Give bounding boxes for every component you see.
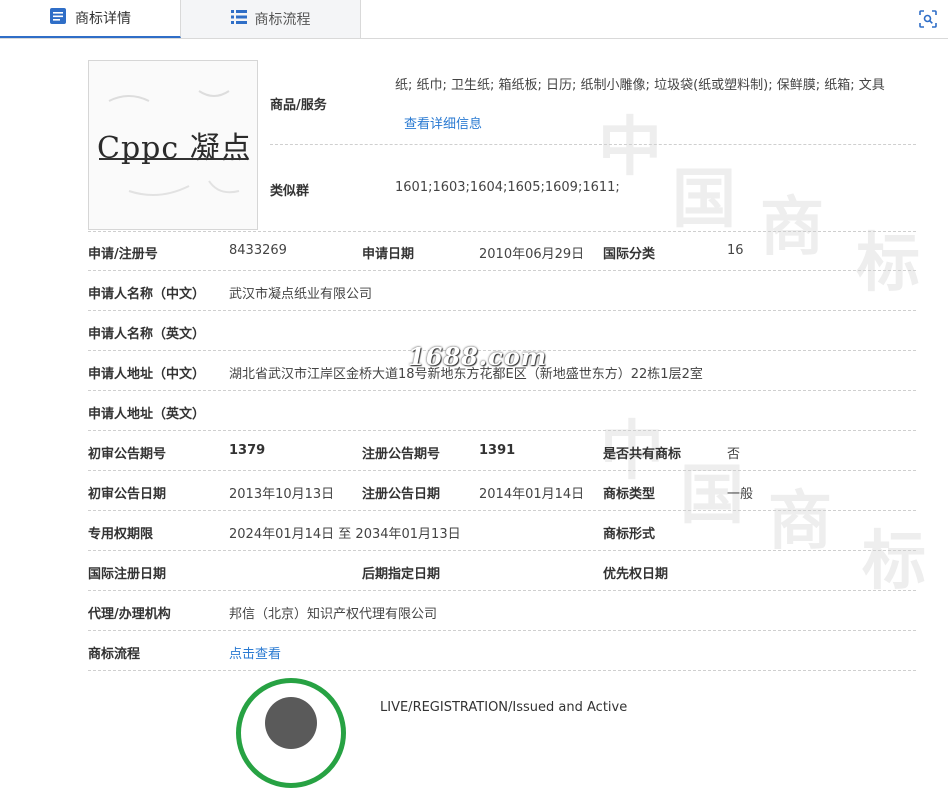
- scan-icon[interactable]: [918, 9, 938, 29]
- applicant-cn-value: 武汉市凝点纸业有限公司: [229, 287, 373, 302]
- background-watermark-glyph: 标: [862, 525, 926, 599]
- trademark-image: Cppc 凝点: [88, 60, 258, 230]
- row-divider: [88, 310, 916, 311]
- agent-label: 代理/办理机构: [88, 607, 171, 622]
- prelim-no-value: 1379: [229, 443, 266, 458]
- exclusive-value: 2024年01月14日 至 2034年01月13日: [229, 527, 461, 542]
- view-details-link[interactable]: 查看详细信息: [404, 113, 482, 132]
- row-divider: [88, 390, 916, 391]
- logo-text: Cppc 凝点: [97, 131, 252, 166]
- mark-type-label: 商标类型: [603, 487, 656, 502]
- list-icon: [230, 9, 247, 29]
- status-text: LIVE/REGISTRATION/Issued and Active: [380, 700, 628, 715]
- row-divider: [88, 510, 916, 511]
- apply-date-value: 2010年06月29日: [479, 247, 585, 262]
- prelim-date-value: 2013年10月13日: [229, 487, 335, 502]
- background-watermark-glyph: 商: [768, 485, 832, 559]
- row-divider: [270, 144, 916, 145]
- shared-label: 是否共有商标: [603, 447, 682, 462]
- row-divider: [88, 470, 916, 471]
- reg-pub-no-value: 1391: [479, 443, 516, 458]
- similar-group-label: 类似群: [270, 184, 310, 199]
- tab-label: 商标详情: [75, 11, 131, 27]
- applicant-cn-label: 申请人名称（中文）: [88, 287, 206, 302]
- row-divider: [88, 270, 916, 271]
- intl-class-value: 16: [727, 243, 744, 258]
- goods-value: 纸; 纸巾; 卫生纸; 箱纸板; 日历; 纸制小雕像; 垃圾袋(纸或塑料制); …: [395, 78, 885, 93]
- similar-group-value: 1601;1603;1604;1605;1609;1611;: [395, 180, 620, 195]
- reg-no-value: 8433269: [229, 243, 287, 258]
- address-cn-label: 申请人地址（中文）: [88, 367, 206, 382]
- row-divider: [88, 670, 916, 671]
- goods-label: 商品/服务: [270, 98, 327, 113]
- apply-date-label: 申请日期: [362, 247, 415, 262]
- logo-underline: [99, 158, 247, 160]
- row-divider: [88, 430, 916, 431]
- address-en-label: 申请人地址（英文）: [88, 407, 206, 422]
- mark-form-label: 商标形式: [603, 527, 656, 542]
- agent-value: 邦信（北京）知识产权代理有限公司: [229, 607, 438, 622]
- applicant-en-label: 申请人名称（英文）: [88, 327, 206, 342]
- tab-trademark-process[interactable]: 商标流程: [181, 0, 361, 38]
- tab-trademark-details[interactable]: 商标详情: [0, 0, 181, 38]
- site-watermark: 1688.com: [408, 342, 548, 371]
- background-watermark-glyph: 中: [598, 111, 662, 185]
- prelim-no-label: 初审公告期号: [88, 447, 167, 462]
- tab-bar: 商标详情 商标流程: [0, 0, 948, 39]
- intl-reg-date-label: 国际注册日期: [88, 567, 167, 582]
- reg-no-label: 申请/注册号: [88, 247, 158, 262]
- priority-date-label: 优先权日期: [603, 567, 669, 582]
- exclusive-label: 专用权期限: [88, 527, 154, 542]
- row-divider: [88, 590, 916, 591]
- intl-class-label: 国际分类: [603, 247, 656, 262]
- later-date-label: 后期指定日期: [362, 567, 441, 582]
- view-flow-link[interactable]: 点击查看: [229, 643, 281, 662]
- prelim-date-label: 初审公告日期: [88, 487, 167, 502]
- mark-type-value: 一般: [727, 487, 754, 502]
- document-icon: [49, 7, 67, 29]
- gear-icon: [265, 697, 317, 749]
- background-watermark-glyph: 标: [856, 227, 920, 301]
- row-divider: [88, 231, 916, 232]
- background-watermark-glyph: 国: [672, 163, 736, 237]
- reg-pub-no-label: 注册公告期号: [362, 447, 441, 462]
- background-watermark-glyph: 商: [760, 191, 824, 265]
- status-badge-icon: [236, 678, 346, 788]
- shared-value: 否: [727, 447, 741, 462]
- reg-pub-date-label: 注册公告日期: [362, 487, 441, 502]
- flow-label: 商标流程: [88, 647, 141, 662]
- reg-pub-date-value: 2014年01月14日: [479, 487, 585, 502]
- row-divider: [88, 630, 916, 631]
- tab-label: 商标流程: [254, 12, 311, 28]
- row-divider: [88, 550, 916, 551]
